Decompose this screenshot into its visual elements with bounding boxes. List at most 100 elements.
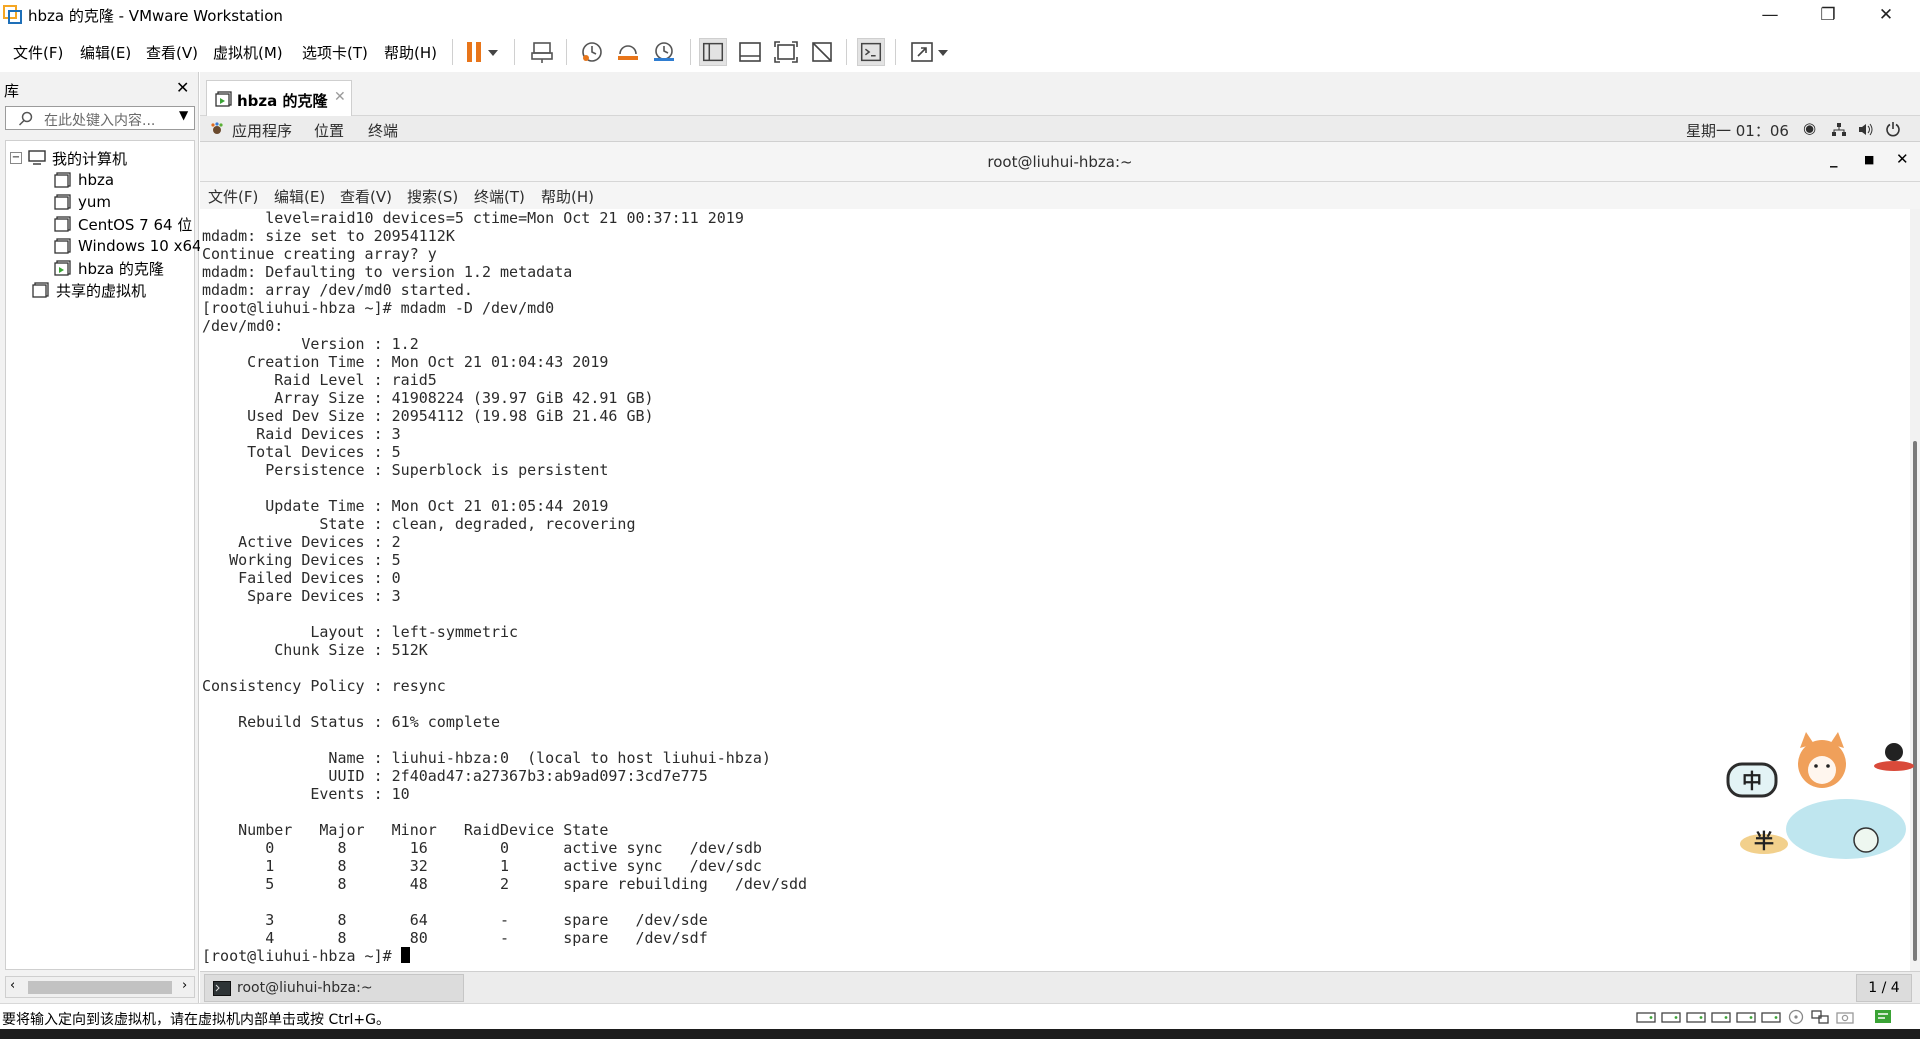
- ime-help-icon[interactable]: [1853, 827, 1879, 853]
- tab-hbza-clone[interactable]: hbza 的克隆 ✕: [206, 80, 352, 116]
- tab-label: hbza 的克隆: [237, 92, 328, 110]
- terminal-line: 3 8 64 - spare /dev/sde: [265, 911, 708, 929]
- send-ctrl-alt-del-icon[interactable]: [528, 38, 556, 66]
- terminal-line: Active Devices : 2: [238, 533, 401, 551]
- pause-icon[interactable]: [460, 38, 488, 66]
- tree-vm-yum[interactable]: yum: [54, 191, 111, 213]
- terminal-line: Events : 10: [310, 785, 410, 803]
- hard-disk-icon[interactable]: [1686, 1009, 1706, 1025]
- terminal-icon: [213, 981, 231, 996]
- library-search-input[interactable]: 在此处键入内容... ▼: [5, 106, 195, 130]
- volume-icon[interactable]: [1858, 122, 1874, 137]
- hard-disk-icon[interactable]: [1636, 1009, 1656, 1025]
- hard-disk-icon[interactable]: [1736, 1009, 1756, 1025]
- tree-vm-hbza[interactable]: hbza: [54, 169, 114, 191]
- taskbar-item-label: root@liuhui-hbza:~: [237, 980, 373, 996]
- terminal-line: Version : 1.2: [301, 335, 419, 353]
- camera-icon[interactable]: [1835, 1009, 1855, 1025]
- terminal-minimize-button[interactable]: _: [1830, 150, 1838, 168]
- gnome-terminal-menu[interactable]: 终端: [368, 120, 398, 141]
- scroll-left-icon[interactable]: ‹: [10, 978, 15, 993]
- menu-vm[interactable]: 虚拟机(M): [213, 42, 283, 63]
- menu-help[interactable]: 帮助(H): [384, 42, 437, 63]
- terminal-menu-edit[interactable]: 编辑(E): [274, 186, 325, 207]
- ime-width-label[interactable]: 半: [1754, 829, 1774, 853]
- terminal-line: Continue creating array? y: [202, 245, 437, 263]
- terminal-line: UUID : 2f40ad47:a27367b3:ab9ad097:3cd7e7…: [328, 767, 708, 785]
- close-window-button[interactable]: ✕: [1858, 0, 1914, 30]
- workspace-indicator[interactable]: 1 / 4: [1856, 974, 1912, 1002]
- console-view-icon[interactable]: [857, 38, 885, 66]
- tree-vm-windows[interactable]: Windows 10 x64: [54, 235, 202, 257]
- network-adapter-icon[interactable]: [1810, 1009, 1830, 1025]
- stretch-guest-icon[interactable]: [908, 38, 936, 66]
- tree-vm-hbza-clone[interactable]: hbza 的克隆: [54, 257, 164, 279]
- scrollbar-thumb[interactable]: [28, 981, 172, 994]
- thumbnail-bar-icon[interactable]: [736, 38, 764, 66]
- hard-disk-icon[interactable]: [1661, 1009, 1681, 1025]
- terminal-line: Array Size : 41908224 (39.97 GiB 42.91 G…: [274, 389, 654, 407]
- shared-vm-icon: [32, 282, 49, 298]
- terminal-line: 4 8 80 - spare /dev/sdf: [265, 929, 708, 947]
- tree-vm-centos[interactable]: CentOS 7 64 位: [54, 213, 192, 235]
- snapshot-icon[interactable]: [578, 38, 606, 66]
- ime-mascot-widget[interactable]: 中 半: [1726, 724, 1916, 866]
- window-title: hbza 的克隆 - VMware Workstation: [28, 7, 283, 25]
- library-tree: − 我的计算机 hbza yum CentOS 7 64 位 Windows 1…: [5, 140, 202, 970]
- pause-dropdown-icon[interactable]: [486, 38, 500, 66]
- taskbar-terminal-item[interactable]: root@liuhui-hbza:~: [204, 974, 464, 1002]
- menu-file[interactable]: 文件(F): [13, 42, 63, 63]
- search-placeholder: 在此处键入内容...: [44, 113, 156, 129]
- terminal-menu-terminal[interactable]: 终端(T): [474, 186, 525, 207]
- terminal-menu-view[interactable]: 查看(V): [340, 186, 392, 207]
- terminal-menu-search[interactable]: 搜索(S): [407, 186, 458, 207]
- terminal-line: [root@liuhui-hbza ~]# mdadm -D /dev/md0: [202, 299, 555, 317]
- unity-icon[interactable]: [808, 38, 836, 66]
- vm-icon: [54, 238, 71, 254]
- library-horizontal-scrollbar[interactable]: ‹ ›: [5, 976, 195, 998]
- close-library-button[interactable]: ✕: [176, 78, 189, 97]
- gnome-places-menu[interactable]: 位置: [314, 120, 344, 141]
- tree-label: hbza 的克隆: [78, 259, 164, 278]
- search-dropdown-icon[interactable]: ▼: [179, 108, 188, 122]
- ime-settings-icon[interactable]: [1885, 743, 1903, 761]
- collapse-icon[interactable]: −: [10, 152, 22, 164]
- menu-edit[interactable]: 编辑(E): [80, 42, 131, 63]
- revert-snapshot-icon[interactable]: [614, 38, 642, 66]
- record-icon[interactable]: ◉: [1803, 119, 1816, 137]
- full-screen-icon[interactable]: [772, 38, 800, 66]
- terminal-output[interactable]: level=raid10 devices=5 ctime=Mon Oct 21 …: [200, 209, 1910, 971]
- gnome-clock[interactable]: 星期一 01：06: [1686, 120, 1789, 141]
- vm-running-icon: [215, 91, 232, 107]
- restore-button[interactable]: ❐: [1800, 0, 1856, 30]
- scroll-right-icon[interactable]: ›: [182, 978, 187, 993]
- mascot-eye: [1826, 764, 1830, 768]
- terminal-scrollbar-thumb[interactable]: [1913, 441, 1917, 961]
- hard-disk-icon[interactable]: [1761, 1009, 1781, 1025]
- show-library-icon[interactable]: [699, 38, 727, 66]
- cd-rom-icon[interactable]: [1786, 1009, 1806, 1025]
- terminal-menu-help[interactable]: 帮助(H): [541, 186, 594, 207]
- terminal-titlebar: root@liuhui-hbza:~ _ ■ ✕: [200, 142, 1920, 182]
- message-log-icon[interactable]: [1873, 1009, 1893, 1025]
- minimize-button[interactable]: —: [1742, 0, 1798, 30]
- stretch-dropdown-icon[interactable]: [936, 38, 950, 66]
- power-icon[interactable]: [1885, 121, 1901, 137]
- gnome-applications-menu[interactable]: 应用程序: [232, 120, 292, 141]
- network-icon[interactable]: [1831, 122, 1847, 137]
- menu-tabs[interactable]: 选项卡(T): [302, 42, 368, 63]
- hard-disk-icon[interactable]: [1711, 1009, 1731, 1025]
- ime-settings-base: [1874, 761, 1914, 771]
- tree-node-my-computer[interactable]: − 我的计算机: [10, 147, 127, 169]
- terminal-close-button[interactable]: ✕: [1896, 150, 1909, 168]
- ime-mode-label: 中: [1742, 769, 1762, 793]
- tree-shared-vms[interactable]: 共享的虚拟机: [32, 279, 146, 301]
- menu-view[interactable]: 查看(V): [146, 42, 198, 63]
- terminal-maximize-button[interactable]: ■: [1864, 153, 1874, 166]
- terminal-menu-file[interactable]: 文件(F): [208, 186, 258, 207]
- snapshot-manager-icon[interactable]: [650, 38, 678, 66]
- tree-label: CentOS 7 64 位: [78, 215, 193, 234]
- computer-icon: [28, 150, 46, 165]
- close-tab-icon[interactable]: ✕: [334, 89, 346, 105]
- mascot-eye: [1814, 764, 1818, 768]
